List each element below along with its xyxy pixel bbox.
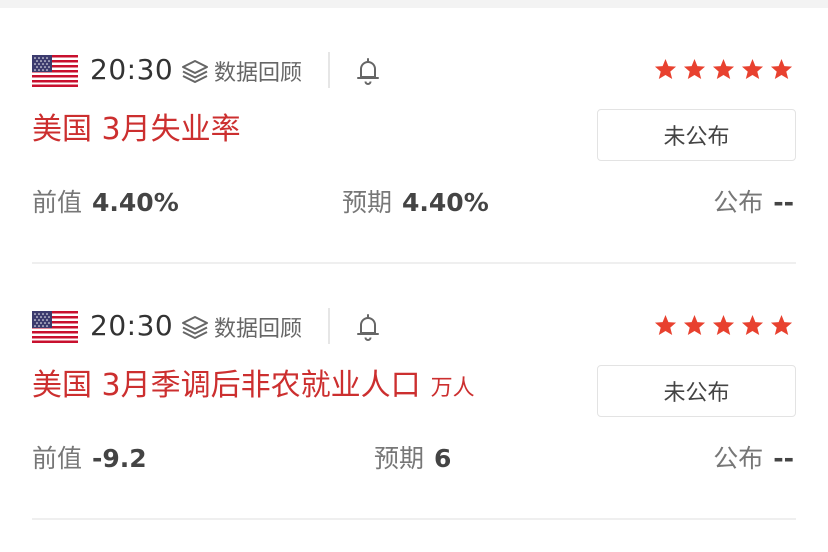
event-unit: 万人: [430, 376, 475, 401]
event-title-text: 美国 3月季调后非农就业人口: [32, 368, 421, 403]
card-divider: [32, 518, 796, 520]
previous-value: -9.2: [92, 444, 147, 473]
previous-value-row: 前值 -9.2: [32, 442, 147, 476]
star-icon: [770, 314, 793, 336]
data-review-label: 数据回顾: [214, 61, 303, 86]
data-review-link[interactable]: 数据回顾: [180, 312, 302, 342]
star-icon: [654, 58, 677, 80]
layers-icon: [182, 316, 208, 339]
status-button[interactable]: 未公布: [597, 109, 796, 161]
previous-value: 4.40%: [92, 188, 179, 217]
previous-label: 前值: [32, 444, 83, 473]
data-review-label: 数据回顾: [214, 317, 303, 342]
star-icon: [712, 314, 735, 336]
event-card[interactable]: 20:30 数据回顾 美国 3月失业率 未公布 前值 4.40% 预期 4.40% …: [32, 8, 796, 264]
bell-icon[interactable]: [354, 312, 382, 342]
forecast-label: 预期: [342, 188, 393, 217]
forecast-label: 预期: [374, 444, 425, 473]
event-title[interactable]: 美国 3月失业率: [32, 110, 241, 150]
divider: [328, 52, 330, 88]
actual-value-row: 公布 --: [713, 442, 794, 476]
actual-value: --: [773, 188, 794, 217]
layers-icon: [182, 60, 208, 83]
status-button[interactable]: 未公布: [597, 365, 796, 417]
top-separator: [0, 0, 828, 8]
forecast-value-row: 预期 6: [374, 442, 451, 476]
forecast-value: 6: [434, 444, 452, 473]
forecast-value-row: 预期 4.40%: [342, 186, 489, 220]
star-icon: [683, 314, 706, 336]
previous-value-row: 前值 4.40%: [32, 186, 179, 220]
star-icon: [712, 58, 735, 80]
actual-value-row: 公布 --: [713, 186, 794, 220]
us-flag-icon: [32, 55, 78, 87]
bell-icon[interactable]: [354, 56, 382, 86]
actual-label: 公布: [713, 444, 764, 473]
divider: [328, 308, 330, 344]
previous-label: 前值: [32, 188, 83, 217]
us-flag-icon: [32, 311, 78, 343]
event-time: 20:30: [90, 53, 174, 86]
star-icon: [654, 314, 677, 336]
event-card[interactable]: 20:30 数据回顾 美国 3月季调后非农就业人口 万人 未公布 前值 -9.2 预…: [32, 264, 796, 520]
star-icon: [741, 314, 764, 336]
actual-label: 公布: [713, 188, 764, 217]
forecast-value: 4.40%: [402, 188, 489, 217]
actual-value: --: [773, 444, 794, 473]
event-time: 20:30: [90, 309, 174, 342]
star-icon: [683, 58, 706, 80]
star-icon: [741, 58, 764, 80]
importance-stars: [654, 58, 793, 80]
importance-stars: [654, 314, 793, 336]
event-title[interactable]: 美国 3月季调后非农就业人口 万人: [32, 366, 475, 409]
star-icon: [770, 58, 793, 80]
event-title-text: 美国 3月失业率: [32, 112, 241, 147]
data-review-link[interactable]: 数据回顾: [180, 56, 302, 86]
